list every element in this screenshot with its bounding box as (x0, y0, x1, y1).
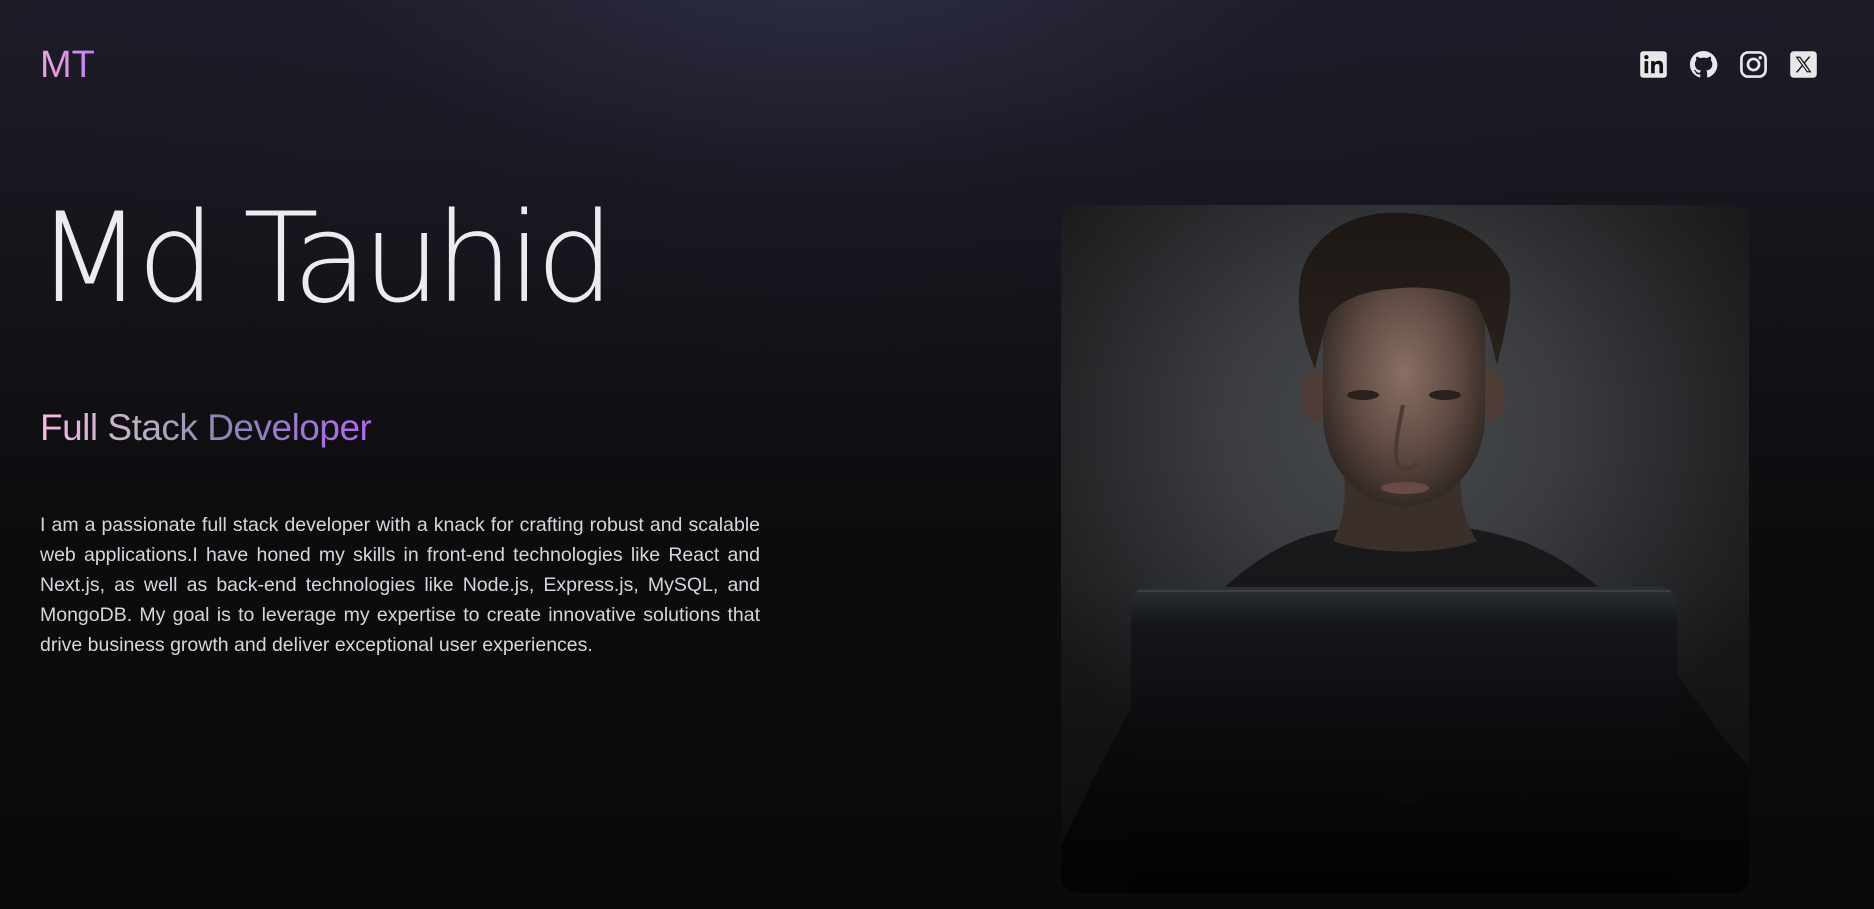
hero-bio: I am a passionate full stack developer w… (40, 514, 760, 656)
linkedin-icon (1640, 51, 1667, 78)
hero-role: Full Stack Developer (40, 407, 372, 448)
github-link[interactable] (1689, 50, 1718, 79)
site-logo[interactable]: MT (40, 42, 95, 88)
social-links (1639, 50, 1818, 79)
instagram-link[interactable] (1739, 50, 1768, 79)
x-link[interactable] (1789, 50, 1818, 79)
hero-name: Md Tauhid (36, 187, 615, 331)
x-icon (1790, 51, 1817, 78)
instagram-icon (1740, 51, 1767, 78)
github-icon (1689, 50, 1718, 78)
linkedin-link[interactable] (1639, 50, 1668, 79)
profile-photo (1061, 205, 1749, 893)
